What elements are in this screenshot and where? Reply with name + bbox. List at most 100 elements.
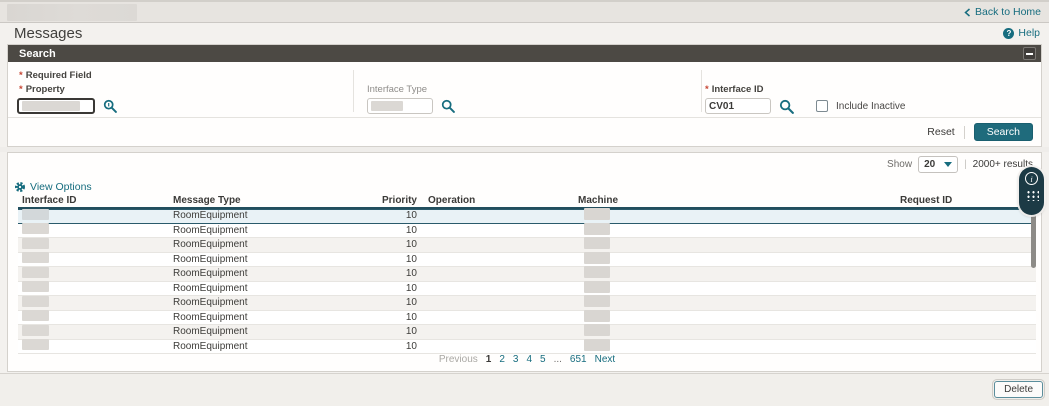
cell-message-type: RoomEquipment [173, 239, 248, 251]
redacted-interface-id [22, 339, 49, 351]
cell-priority: 10 [405, 268, 417, 280]
cell-priority: 10 [405, 282, 417, 294]
property-label: * Property [19, 84, 65, 95]
cell-machine [578, 338, 900, 354]
cell-interface-id [18, 295, 173, 310]
cell-priority: 10 [405, 224, 417, 236]
col-request-id[interactable]: Request ID [900, 195, 1036, 206]
cell-machine [578, 295, 900, 310]
cell-machine [578, 324, 900, 339]
col-operation[interactable]: Operation [417, 195, 578, 206]
table-row[interactable]: RoomEquipment 10 [18, 266, 1036, 282]
table-row[interactable]: RoomEquipment 10 [18, 338, 1036, 354]
back-to-home-link[interactable]: Back to Home [964, 2, 1041, 22]
search-icon[interactable] [441, 99, 455, 113]
help-link[interactable]: ? Help [1003, 27, 1040, 39]
redacted-interface-id [22, 208, 49, 220]
cell-interface-id [18, 310, 173, 324]
cell-message-type: RoomEquipment [173, 224, 248, 236]
pagination-ellipsis: ... [553, 354, 562, 365]
column-divider [353, 70, 354, 112]
cell-interface-id [18, 281, 173, 295]
table-row[interactable]: RoomEquipment 10 [18, 208, 1036, 224]
page-link[interactable]: 3 [513, 354, 519, 365]
table-row[interactable]: RoomEquipment 10 [18, 280, 1036, 296]
page-size-select[interactable]: 20 [918, 156, 959, 173]
cell-message-type: RoomEquipment [173, 297, 248, 309]
include-inactive-label: Include Inactive [836, 100, 906, 112]
info-icon[interactable]: i [1025, 172, 1038, 185]
redacted-machine [584, 237, 610, 250]
search-button[interactable]: Search [973, 123, 1033, 141]
include-inactive-checkbox[interactable] [816, 100, 828, 112]
table-row[interactable]: RoomEquipment 10 [18, 324, 1036, 340]
interface-type-input[interactable] [367, 98, 433, 114]
required-asterisk: * [19, 70, 23, 81]
view-options-label: View Options [30, 181, 92, 193]
view-options-button[interactable]: View Options [14, 181, 92, 193]
cell-interface-id [18, 252, 173, 266]
redacted-machine [584, 338, 610, 351]
next-page-button[interactable]: Next [595, 354, 616, 365]
bottom-action-bar: Delete [0, 373, 1049, 406]
cell-priority: 10 [405, 239, 417, 251]
redacted-interface-id [22, 310, 49, 322]
redacted-machine [584, 280, 610, 293]
cell-machine [578, 208, 900, 223]
vertical-scrollbar[interactable] [1031, 210, 1036, 268]
gear-icon [14, 181, 26, 193]
table-row[interactable]: RoomEquipment 10 [18, 309, 1036, 325]
redacted-interface-id [22, 266, 49, 278]
col-priority[interactable]: Priority [338, 195, 417, 206]
col-message-type[interactable]: Message Type [173, 195, 338, 206]
cell-priority: 10 [405, 311, 417, 323]
collapse-panel-button[interactable] [1023, 47, 1036, 60]
interface-id-input[interactable]: CV01 [705, 98, 771, 114]
cell-message-type: RoomEquipment [173, 210, 248, 222]
delete-button[interactable]: Delete [992, 379, 1045, 400]
page-link[interactable]: 2 [499, 354, 505, 365]
cell-machine [578, 309, 900, 325]
col-interface-id[interactable]: Interface ID [18, 195, 173, 206]
pagination-pages: 12345 [486, 354, 546, 365]
results-panel: Show 20 | 2000+ results View Options Int… [7, 152, 1042, 372]
reset-button[interactable]: Reset [927, 126, 954, 138]
table-row[interactable]: RoomEquipment 10 [18, 237, 1036, 253]
required-field-note: * Required Field [19, 70, 92, 81]
pagination: Previous 12345 ... 651 Next [18, 354, 1036, 365]
redacted-interface-id [22, 237, 49, 249]
page-size-value: 20 [924, 159, 936, 170]
table-row[interactable]: RoomEquipment 10 [18, 295, 1036, 311]
cell-interface-id [18, 237, 173, 252]
col-machine[interactable]: Machine [578, 195, 900, 206]
page-link[interactable]: 1 [486, 354, 492, 365]
redacted-value [371, 101, 403, 111]
table-row[interactable]: RoomEquipment 10 [18, 222, 1036, 238]
required-asterisk: * [19, 84, 23, 95]
search-icon[interactable] [103, 99, 117, 113]
help-label: Help [1018, 27, 1040, 39]
search-icon[interactable] [779, 99, 794, 114]
last-page-link[interactable]: 651 [570, 354, 587, 365]
redacted-interface-id [22, 281, 49, 293]
cell-message-type: RoomEquipment [173, 282, 248, 294]
required-asterisk: * [705, 84, 709, 95]
top-bar: Back to Home [0, 0, 1049, 23]
page-link[interactable]: 4 [526, 354, 532, 365]
page-link[interactable]: 5 [540, 354, 546, 365]
cell-priority: 10 [405, 340, 417, 352]
redacted-interface-id [22, 252, 49, 264]
redacted-machine [584, 295, 610, 308]
table-row[interactable]: RoomEquipment 10 [18, 251, 1036, 267]
cell-message-type: RoomEquipment [173, 311, 248, 323]
search-actions: Reset Search [8, 117, 1041, 146]
previous-page-button[interactable]: Previous [439, 354, 478, 365]
redacted-interface-id [22, 324, 49, 336]
table-header: Interface ID Message Type Priority Opera… [18, 193, 1036, 209]
cell-machine [578, 251, 900, 267]
minus-icon [1026, 52, 1033, 55]
grid-dots-icon[interactable] [1024, 189, 1039, 201]
property-input[interactable] [17, 98, 95, 114]
search-panel-title: Search [19, 47, 56, 60]
interface-type-label: Interface Type [367, 84, 428, 95]
